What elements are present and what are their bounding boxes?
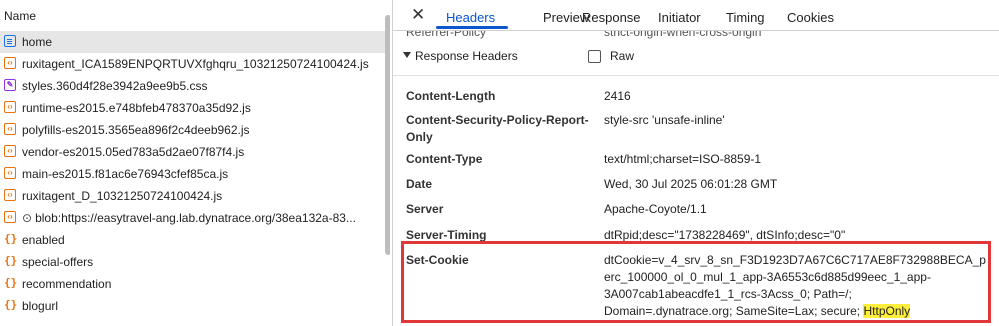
set-cookie-value-line: Domain=.dynatrace.org; SameSite=Lax; sec…	[604, 303, 911, 319]
tab-response[interactable]: Response	[582, 10, 641, 25]
request-name: ruxitagent_D_10321250724100424.js	[22, 189, 223, 203]
name-column-label: Name	[4, 9, 37, 23]
document-icon	[4, 35, 16, 47]
request-detail-panel: ✕ Headers Preview Response Initiator Tim…	[393, 0, 999, 326]
name-column-header[interactable]: Name	[0, 0, 390, 31]
request-rows: home ‹› ruxitagent_ICA1589ENPQRTUVXfghqr…	[0, 31, 390, 317]
request-name: special-offers	[22, 255, 94, 269]
request-row-home[interactable]: home	[0, 31, 390, 53]
fetch-icon: {}	[4, 276, 18, 289]
script-icon: ‹›	[4, 123, 16, 135]
header-value: style-src 'unsafe-inline'	[604, 113, 725, 127]
request-name: blogurl	[22, 299, 59, 313]
script-icon: ‹›	[4, 57, 16, 69]
request-row[interactable]: {} blogurl	[0, 295, 390, 317]
request-name: runtime-es2015.e748bfeb478370a35d92.js	[22, 101, 251, 115]
script-icon: ‹›	[4, 189, 16, 201]
request-row[interactable]: {} recommendation	[0, 273, 390, 295]
request-name: main-es2015.f81ac6e76943cfef85ca.js	[22, 167, 229, 181]
raw-checkbox[interactable]	[588, 50, 601, 63]
fetch-icon: {}	[4, 254, 18, 267]
tab-timing[interactable]: Timing	[726, 10, 765, 25]
set-cookie-value-line: 3A007cab1abeacdfe1_1_rcs-3Acss_0; Path=/…	[604, 287, 852, 301]
fetch-icon: {}	[4, 298, 18, 311]
header-name: Content-Type	[406, 152, 483, 166]
tab-initiator[interactable]: Initiator	[658, 10, 701, 25]
tab-cookies[interactable]: Cookies	[787, 10, 834, 25]
active-tab-indicator	[436, 26, 508, 29]
header-value: Apache-Coyote/1.1	[604, 202, 707, 216]
request-name: styles.360d4f28e3942a9ee9b5.css	[22, 79, 208, 93]
header-name: Date	[406, 177, 433, 191]
request-row[interactable]: ‹› ruxitagent_D_10321250724100424.js	[0, 185, 390, 207]
script-icon: ‹›	[4, 145, 16, 157]
script-icon: ‹›	[4, 167, 16, 179]
request-row[interactable]: ‹› ⊙ blob:https://easytravel-ang.lab.dyna…	[0, 207, 390, 229]
request-list-panel: Name home ‹› ruxitagent_ICA1589ENPQRTUVX…	[0, 0, 390, 326]
request-row[interactable]: ✎ styles.360d4f28e3942a9ee9b5.css	[0, 75, 390, 97]
header-name-continued: Only	[406, 130, 433, 144]
script-icon: ‹›	[4, 101, 16, 113]
response-headers-section[interactable]: Response Headers Raw	[393, 45, 999, 67]
header-name: Content-Length	[406, 89, 496, 103]
request-name: blob:https://easytravel-ang.lab.dynatrac…	[35, 211, 356, 225]
request-row[interactable]: {} special-offers	[0, 251, 390, 273]
set-cookie-value-text: Domain=.dynatrace.org; SameSite=Lax; sec…	[604, 304, 864, 318]
tab-headers[interactable]: Headers	[446, 10, 495, 25]
header-name: Server	[406, 202, 444, 216]
stylesheet-icon: ✎	[4, 79, 16, 91]
fetch-icon: {}	[4, 232, 18, 245]
section-divider	[393, 75, 999, 76]
request-row[interactable]: ‹› main-es2015.f81ac6e76943cfef85ca.js	[0, 163, 390, 185]
request-name: polyfills-es2015.3565ea896f2c4deeb962.js	[22, 123, 250, 137]
request-row[interactable]: ‹› runtime-es2015.e748bfeb478370a35d92.j…	[0, 97, 390, 119]
request-list-scrollbar[interactable]	[385, 15, 390, 255]
request-row[interactable]: ‹› vendor-es2015.05ed783a5d2ae07f87f4.js	[0, 141, 390, 163]
request-name: enabled	[22, 233, 65, 247]
request-row[interactable]: ‹› polyfills-es2015.3565ea896f2c4deeb962…	[0, 119, 390, 141]
section-title: Response Headers	[415, 49, 518, 63]
header-value: text/html;charset=ISO-8859-1	[604, 152, 762, 166]
headers-content: Referrer-Policy strict-origin-when-cross…	[393, 25, 999, 326]
close-icon[interactable]: ✕	[411, 5, 425, 25]
raw-label: Raw	[610, 49, 635, 63]
request-name: vendor-es2015.05ed783a5d2ae07f87f4.js	[22, 145, 245, 159]
blob-indicator-icon: ⊙	[22, 211, 33, 225]
request-name: ruxitagent_ICA1589ENPQRTUVXfghqru_103212…	[22, 57, 369, 71]
request-name: home	[22, 35, 53, 49]
request-row[interactable]: {} enabled	[0, 229, 390, 251]
script-icon: ‹›	[4, 211, 16, 223]
httponly-highlight: HttpOnly	[863, 304, 911, 318]
header-value: 2416	[604, 89, 631, 103]
set-cookie-header-name: Set-Cookie	[406, 253, 469, 267]
header-name: Content-Security-Policy-Report-	[406, 113, 589, 127]
set-cookie-value-line: erc_100000_ol_0_mul_1_app-3A6553c6d885d9…	[604, 270, 931, 284]
request-name: recommendation	[22, 277, 112, 291]
header-value: Wed, 30 Jul 2025 06:01:28 GMT	[604, 177, 778, 191]
request-row[interactable]: ‹› ruxitagent_ICA1589ENPQRTUVXfghqru_103…	[0, 53, 390, 75]
set-cookie-value-line: dtCookie=v_4_srv_8_sn_F3D1923D7A67C6C717…	[604, 253, 986, 267]
collapse-triangle-icon[interactable]	[403, 52, 411, 58]
detail-tab-bar: ✕ Headers Preview Response Initiator Tim…	[393, 0, 999, 31]
